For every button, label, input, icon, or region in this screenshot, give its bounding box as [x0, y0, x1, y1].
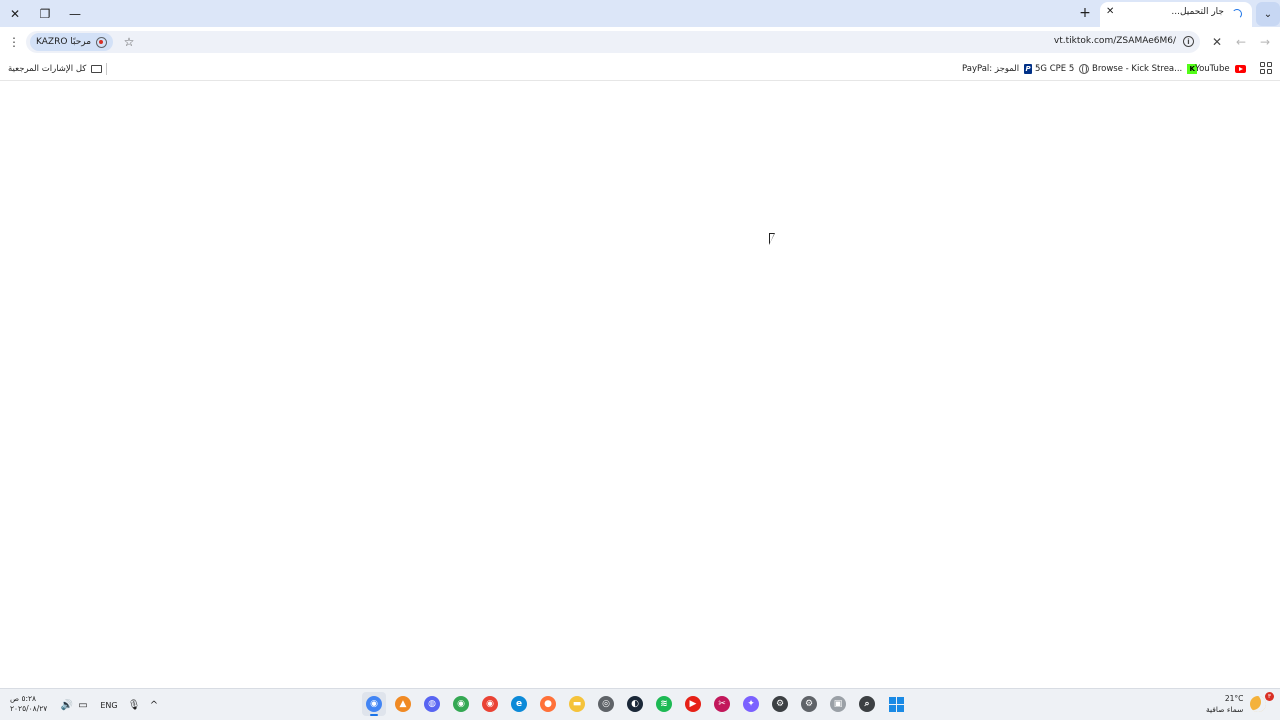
youtube-icon: [1234, 65, 1246, 73]
taskbar-app-chrome-3[interactable]: ◉: [478, 692, 502, 716]
apps-grid-icon[interactable]: [1260, 62, 1272, 74]
new-tab-button[interactable]: +: [1076, 4, 1094, 22]
youtube-app-icon: ▶: [685, 696, 701, 712]
discord-icon: ◍: [424, 696, 440, 712]
bookmark-youtube[interactable]: YouTube: [1195, 61, 1246, 77]
page-content: [0, 81, 1280, 688]
taskbar-app-settings-gear[interactable]: ⚙: [797, 692, 821, 716]
microphone-icon[interactable]: 🎙: [128, 698, 141, 712]
task-view-icon: ▣: [830, 696, 846, 712]
taskbar-app-edge[interactable]: e: [507, 692, 531, 716]
profile-label: مرحبًا KAZRO: [36, 37, 92, 47]
taskbar-app-youtube-app[interactable]: ▶: [681, 692, 705, 716]
back-button[interactable]: ←: [1232, 33, 1250, 51]
bookmark-label: YouTube: [1195, 64, 1230, 74]
forward-button[interactable]: →: [1256, 33, 1274, 51]
folder-icon: [91, 65, 103, 73]
taskbar-app-settings-app[interactable]: ⚙: [768, 692, 792, 716]
taskbar-app-spotify[interactable]: ≋: [652, 692, 676, 716]
profile-icon: [96, 36, 108, 48]
mouse-cursor-icon: [769, 233, 781, 245]
window-restore-button[interactable]: ❐: [30, 0, 60, 27]
app-badge-icon: ◎: [598, 696, 614, 712]
bookmark-label: Browse - Kick Strea...: [1092, 64, 1183, 74]
taskbar-app-app-badge[interactable]: ◎: [594, 692, 618, 716]
site-info-icon[interactable]: i: [1183, 36, 1194, 47]
taskbar: ٥:٢٨ ص ٢٠٢٥/٠٨/٢٧ 🔊 ▭ ENG 🎙 ^ ◉ ▲ ◍ ◉ ◉ e ● ▬ ◎ ◐…: [0, 688, 1280, 720]
bookmark-star-icon[interactable]: ☆: [120, 33, 138, 51]
bookmark-5g-cpe[interactable]: 5G CPE 5: [1035, 61, 1090, 77]
taskbar-apps: ◉ ▲ ◍ ◉ ◉ e ● ▬ ◎ ◐ ≋ ▶ ✂ ✦ ⚙ ⚙ ▣ ⌕: [362, 692, 908, 718]
all-bookmarks-button[interactable]: كل الإشارات المرجعية: [8, 61, 103, 77]
snipping-tool-icon: ✂: [714, 696, 730, 712]
tray-overflow-chevron-icon[interactable]: ^: [148, 698, 160, 712]
weather-widget[interactable]: 21°C سماء صافية: [1206, 693, 1243, 715]
weather-temperature: 21°C: [1224, 694, 1244, 703]
notification-badge: ٣: [1265, 692, 1274, 701]
taskbar-app-chrome[interactable]: ◉: [362, 692, 386, 716]
taskbar-app-copilot[interactable]: ✦: [739, 692, 763, 716]
weather-description: سماء صافية: [1206, 705, 1244, 714]
chrome-2-icon: ◉: [453, 696, 469, 712]
bookmarks-bar: كل الإشارات المرجعية PayPal: الموجز P 5G…: [0, 57, 1280, 81]
taskbar-app-snipping-tool[interactable]: ✂: [710, 692, 734, 716]
taskbar-app-task-view[interactable]: ▣: [826, 692, 850, 716]
language-indicator[interactable]: ENG: [98, 698, 120, 712]
steam-icon: ◐: [627, 696, 643, 712]
clock-time: ٥:٢٨ ص: [10, 694, 37, 703]
vlc-icon: ▲: [395, 696, 411, 712]
tab-strip: ✕ ❐ — + ✕ جار التحميل... ⌄: [0, 0, 1280, 27]
globe-icon: [1079, 64, 1090, 74]
clock-date: ٢٠٢٥/٠٨/٢٧: [10, 704, 48, 713]
edge-icon: e: [511, 696, 527, 712]
spotify-icon: ≋: [656, 696, 672, 712]
taskbar-app-file-explorer[interactable]: ▬: [565, 692, 589, 716]
taskbar-app-chrome-2[interactable]: ◉: [449, 692, 473, 716]
firefox-icon: ●: [540, 696, 556, 712]
loading-spinner-icon: [1232, 9, 1242, 19]
all-bookmarks-label: كل الإشارات المرجعية: [8, 64, 87, 74]
windows-start-icon: [888, 696, 904, 712]
paypal-icon: P: [1024, 64, 1033, 74]
tab-search-button[interactable]: ⌄: [1256, 2, 1280, 26]
speaker-icon[interactable]: 🔊: [60, 698, 74, 712]
address-bar[interactable]: مرحبًا KAZRO ☆ vt.tiktok.com/ZSAMAe6M6/ …: [26, 31, 1200, 53]
stop-loading-button[interactable]: ✕: [1208, 33, 1226, 51]
tab-close-icon[interactable]: ✕: [1106, 6, 1114, 17]
chrome-icon: ◉: [366, 696, 382, 712]
bookmark-kick[interactable]: Browse - Kick Strea... K: [1092, 61, 1198, 77]
window-close-button[interactable]: ✕: [0, 0, 30, 27]
copilot-icon: ✦: [743, 696, 759, 712]
taskbar-app-firefox[interactable]: ●: [536, 692, 560, 716]
moon-weather-icon: [1250, 696, 1266, 712]
taskbar-app-vlc[interactable]: ▲: [391, 692, 415, 716]
tab-loading[interactable]: ✕ جار التحميل...: [1100, 2, 1252, 27]
chrome-3-icon: ◉: [482, 696, 498, 712]
settings-app-icon: ⚙: [772, 696, 788, 712]
taskbar-clock[interactable]: ٥:٢٨ ص ٢٠٢٥/٠٨/٢٧: [10, 694, 47, 714]
taskbar-app-start[interactable]: [884, 692, 908, 716]
file-explorer-icon: ▬: [569, 696, 585, 712]
bookmarks-divider: [106, 63, 107, 75]
window-minimize-button[interactable]: —: [60, 0, 90, 27]
bookmark-label: PayPal: الموجز: [962, 64, 1020, 74]
taskbar-app-search[interactable]: ⌕: [855, 692, 879, 716]
url-text[interactable]: vt.tiktok.com/ZSAMAe6M6/: [1054, 36, 1176, 46]
browser-toolbar: ⋮ مرحبًا KAZRO ☆ vt.tiktok.com/ZSAMAe6M6…: [0, 27, 1280, 57]
network-icon[interactable]: ▭: [76, 698, 90, 712]
taskbar-app-discord[interactable]: ◍: [420, 692, 444, 716]
profile-chip[interactable]: مرحبًا KAZRO: [30, 33, 114, 51]
bookmark-label: 5G CPE 5: [1035, 64, 1075, 74]
tab-title: جار التحميل...: [1171, 7, 1224, 17]
taskbar-app-steam[interactable]: ◐: [623, 692, 647, 716]
settings-gear-icon: ⚙: [801, 696, 817, 712]
bookmark-paypal[interactable]: PayPal: الموجز P: [962, 61, 1033, 77]
browser-menu-icon[interactable]: ⋮: [6, 33, 22, 51]
search-icon: ⌕: [859, 696, 875, 712]
